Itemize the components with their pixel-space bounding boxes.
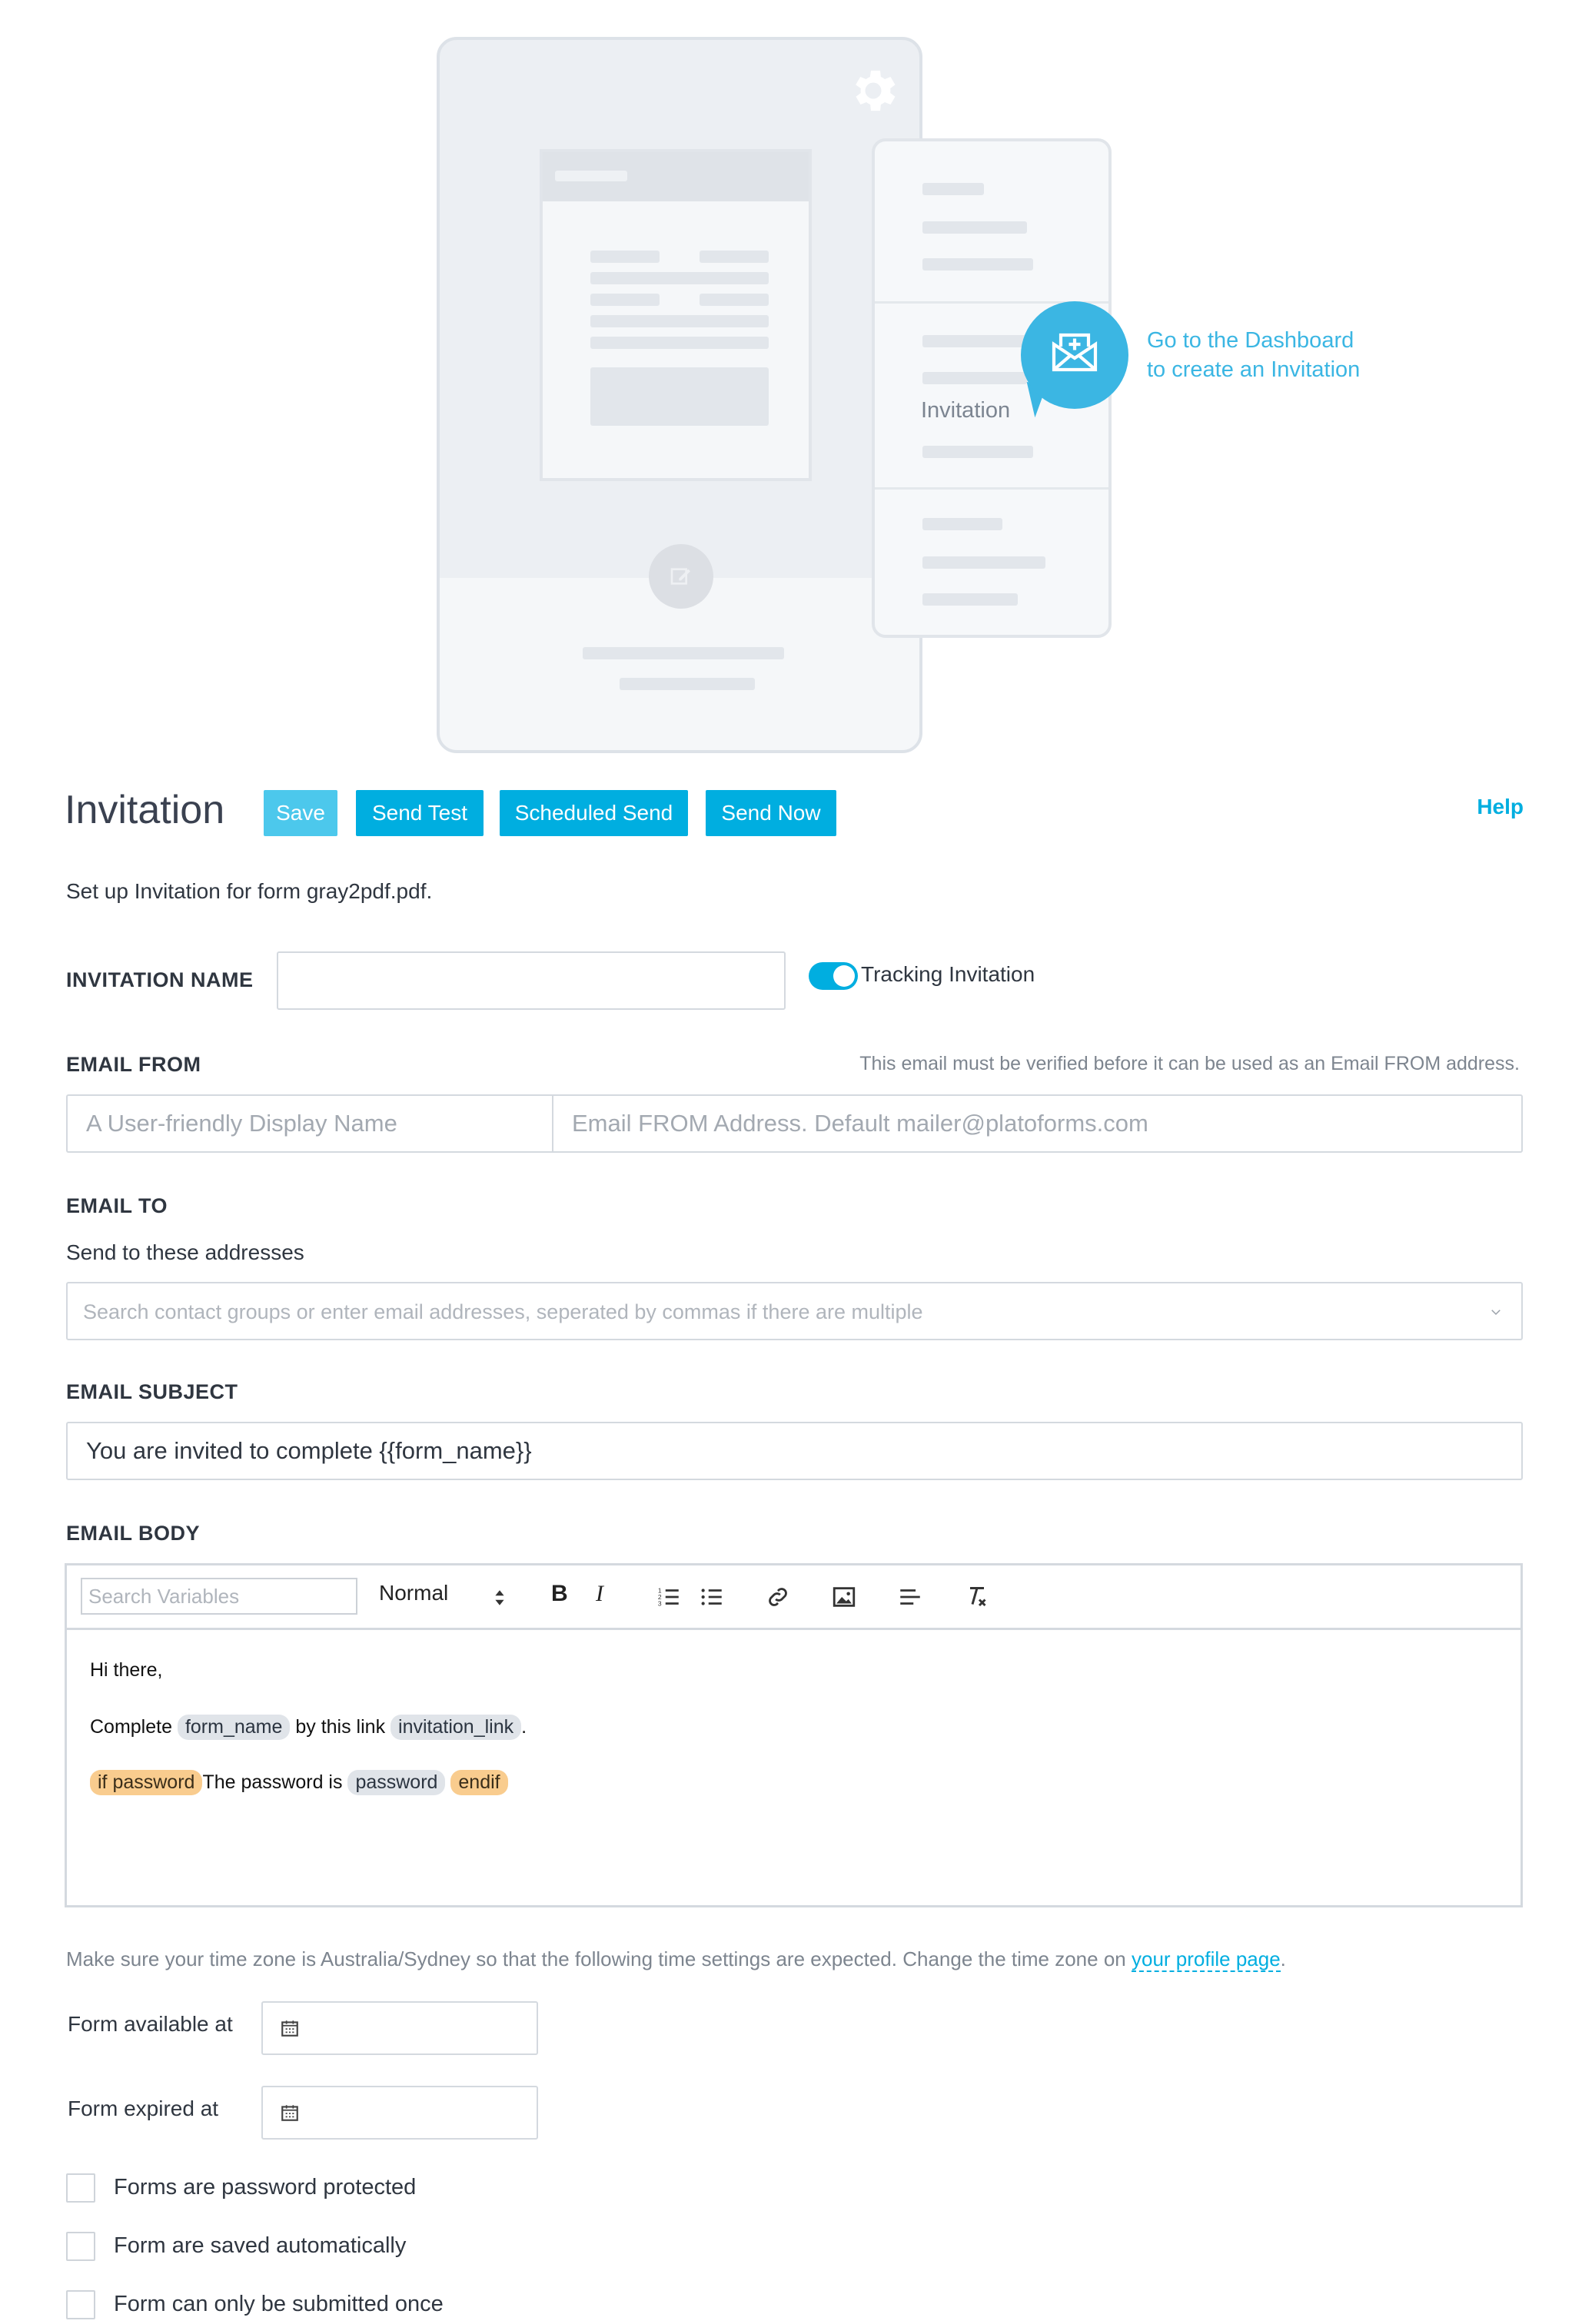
- placeholder-bar: [922, 183, 984, 195]
- email-to-placeholder: Search contact groups or enter email add…: [83, 1300, 923, 1323]
- submit-once-checkbox[interactable]: [66, 2290, 95, 2319]
- email-subject-input[interactable]: You are invited to complete {{form_name}…: [66, 1422, 1523, 1480]
- save-button[interactable]: Save: [264, 790, 337, 836]
- profile-page-link[interactable]: your profile page: [1131, 1947, 1281, 1972]
- password-protected-label: Forms are password protected: [114, 2175, 417, 2200]
- calendar-icon: [281, 2020, 298, 2037]
- placeholder-bar: [922, 221, 1027, 234]
- email-body-label: EMAIL BODY: [66, 1522, 201, 1545]
- ordered-list-icon[interactable]: 123: [656, 1584, 682, 1610]
- variable-search-input[interactable]: Search Variables: [81, 1578, 357, 1615]
- password-protected-checkbox[interactable]: [66, 2173, 95, 2203]
- toggle-knob: [833, 965, 855, 987]
- email-to-sublabel: Send to these addresses: [66, 1240, 304, 1264]
- illustration-document: [540, 149, 812, 481]
- chevron-down-icon[interactable]: [1489, 1305, 1503, 1319]
- placeholder-bar: [922, 556, 1045, 569]
- auto-save-label: Form are saved automatically: [114, 2233, 407, 2258]
- placeholder-bar: [590, 251, 660, 263]
- placeholder-bar: [700, 251, 769, 263]
- email-body-editor[interactable]: Search Variables Normal B I 123 Hi there…: [65, 1563, 1523, 1907]
- tracking-toggle-label: Tracking Invitation: [861, 962, 1035, 986]
- format-select[interactable]: Normal: [379, 1581, 448, 1605]
- email-from-label: EMAIL FROM: [66, 1053, 201, 1076]
- updown-icon[interactable]: [493, 1587, 507, 1609]
- clear-format-icon[interactable]: [963, 1582, 991, 1610]
- body-text: The password is: [202, 1771, 343, 1793]
- auto-save-checkbox[interactable]: [66, 2232, 95, 2261]
- expired-at-label: Form expired at: [68, 2097, 219, 2120]
- send-now-button[interactable]: Send Now: [706, 790, 836, 836]
- dashboard-hint-link[interactable]: Go to the Dashboard to create an Invitat…: [1147, 326, 1360, 384]
- expired-at-input[interactable]: [261, 2086, 538, 2140]
- placeholder-bar: [922, 258, 1033, 271]
- tracking-toggle[interactable]: [809, 962, 858, 990]
- body-text: by this link: [295, 1716, 386, 1738]
- email-subject-label: EMAIL SUBJECT: [66, 1380, 238, 1403]
- email-from-hint: This email must be verified before it ca…: [859, 1053, 1520, 1074]
- submit-once-label: Form can only be submitted once: [114, 2292, 444, 2316]
- calendar-icon: [281, 2105, 298, 2121]
- email-to-label: EMAIL TO: [66, 1194, 168, 1217]
- placeholder-block: [590, 367, 769, 426]
- scheduled-send-button[interactable]: Scheduled Send: [500, 790, 688, 836]
- from-address-input[interactable]: Email FROM Address. Default mailer@plato…: [552, 1094, 1523, 1153]
- body-greeting: Hi there,: [90, 1659, 163, 1681]
- placeholder-bar: [922, 335, 1027, 347]
- image-icon[interactable]: [831, 1584, 857, 1610]
- help-link[interactable]: Help: [1477, 795, 1524, 819]
- timezone-note-text: Make sure your time zone is Australia/Sy…: [66, 1947, 1126, 1970]
- placeholder-bar: [922, 593, 1018, 606]
- send-test-button[interactable]: Send Test: [356, 790, 484, 836]
- email-subject-value: You are invited to complete {{form_name}…: [86, 1437, 532, 1464]
- variable-chip[interactable]: password: [347, 1770, 446, 1795]
- placeholder-bar: [590, 294, 660, 306]
- body-text: Complete: [90, 1716, 172, 1738]
- editor-toolbar: Search Variables Normal B I 123: [67, 1565, 1520, 1630]
- document-header: [543, 152, 809, 201]
- conditional-chip[interactable]: if password: [90, 1770, 203, 1795]
- variable-chip[interactable]: invitation_link: [391, 1715, 522, 1740]
- placeholder-bar: [922, 518, 1002, 530]
- gear-icon: [856, 70, 896, 111]
- mail-plus-icon[interactable]: [1021, 301, 1128, 409]
- timezone-note: Make sure your time zone is Australia/Sy…: [66, 1947, 1286, 1972]
- from-address-placeholder: Email FROM Address. Default mailer@plato…: [572, 1110, 1148, 1137]
- display-name-input[interactable]: A User-friendly Display Name: [66, 1094, 553, 1153]
- bullet-list-icon[interactable]: [699, 1584, 725, 1610]
- placeholder-bar: [590, 272, 769, 284]
- align-left-icon[interactable]: [897, 1584, 923, 1610]
- email-to-select[interactable]: Search contact groups or enter email add…: [66, 1282, 1523, 1340]
- placeholder-bar: [700, 294, 769, 306]
- invitation-name-input[interactable]: [277, 951, 786, 1010]
- edit-icon: [649, 544, 713, 609]
- body-complete-line: Complete form_name by this link invitati…: [90, 1715, 527, 1740]
- placeholder-bar: [590, 337, 769, 349]
- illustration-caption: Invitation: [921, 398, 1011, 423]
- page-title: Invitation: [65, 788, 225, 832]
- timezone-note-end: .: [1280, 1947, 1286, 1970]
- page-subtitle: Set up Invitation for form gray2pdf.pdf.: [66, 879, 433, 903]
- placeholder-bar: [555, 171, 627, 181]
- display-name-placeholder: A User-friendly Display Name: [86, 1110, 397, 1137]
- available-at-label: Form available at: [68, 2012, 233, 2036]
- link-icon[interactable]: [765, 1584, 791, 1610]
- placeholder-bar: [583, 647, 784, 659]
- available-at-input[interactable]: [261, 2001, 538, 2055]
- invitation-name-label: INVITATION NAME: [66, 968, 254, 991]
- placeholder-bar: [922, 372, 1027, 384]
- variable-chip[interactable]: form_name: [177, 1715, 291, 1740]
- placeholder-bar: [620, 678, 755, 690]
- italic-icon[interactable]: I: [596, 1581, 603, 1607]
- format-select-value: Normal: [379, 1581, 449, 1605]
- placeholder-bar: [590, 315, 769, 327]
- placeholder-bar: [922, 446, 1033, 458]
- body-text: .: [521, 1716, 527, 1738]
- bold-icon[interactable]: B: [551, 1581, 568, 1607]
- svg-text:3: 3: [658, 1599, 662, 1607]
- body-password-line: if password The password is password endi…: [90, 1770, 508, 1795]
- conditional-chip[interactable]: endif: [450, 1770, 508, 1795]
